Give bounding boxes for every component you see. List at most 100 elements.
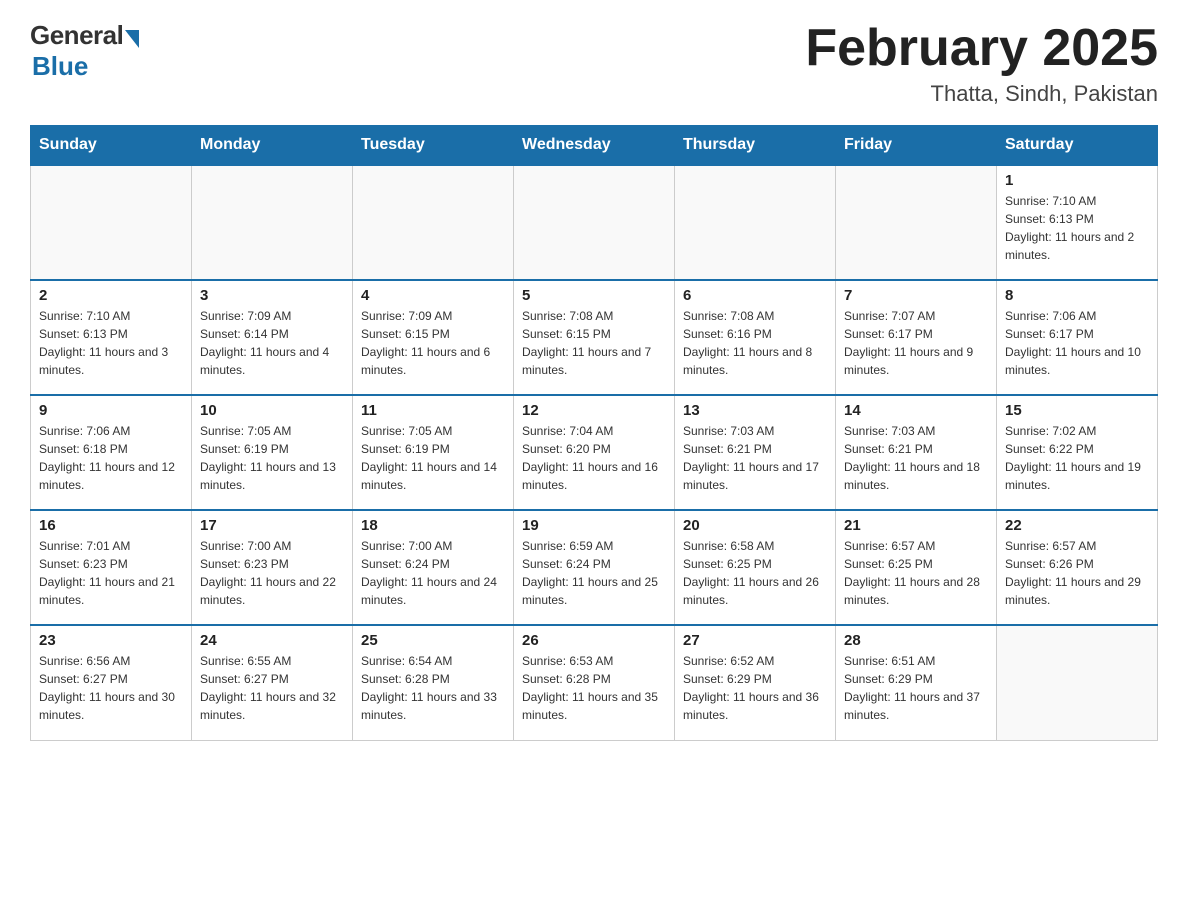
table-cell: 19Sunrise: 6:59 AMSunset: 6:24 PMDayligh…: [514, 510, 675, 625]
day-number: 23: [39, 632, 183, 649]
day-number: 4: [361, 287, 505, 304]
day-info: Sunrise: 6:54 AMSunset: 6:28 PMDaylight:…: [361, 652, 505, 724]
logo-blue-text: Blue: [32, 51, 88, 82]
table-cell: 22 Sunrise: 6:57 AMSunset: 6:26 PMDayligh…: [997, 510, 1158, 625]
day-info: Sunrise: 7:03 AMSunset: 6:21 PMDaylight:…: [683, 422, 827, 494]
day-number: 6: [683, 287, 827, 304]
table-cell: [353, 165, 514, 280]
day-info: Sunrise: 7:06 AMSunset: 6:17 PMDaylight:…: [1005, 307, 1149, 379]
day-info: Sunrise: 6:57 AMSunset: 6:25 PMDaylight:…: [844, 537, 988, 609]
table-cell: 11Sunrise: 7:05 AMSunset: 6:19 PMDayligh…: [353, 395, 514, 510]
table-cell: 24 Sunrise: 6:55 AMSunset: 6:27 PMDayligh…: [192, 625, 353, 740]
week-row-2: 2 Sunrise: 7:10 AMSunset: 6:13 PMDaylight…: [31, 280, 1158, 395]
table-cell: [514, 165, 675, 280]
day-info: Sunrise: 7:00 AMSunset: 6:23 PMDaylight:…: [200, 537, 344, 609]
col-wednesday: Wednesday: [514, 126, 675, 166]
day-number: 28: [844, 632, 988, 649]
day-number: 1: [1005, 172, 1149, 189]
day-number: 25: [361, 632, 505, 649]
day-info: Sunrise: 7:03 AMSunset: 6:21 PMDaylight:…: [844, 422, 988, 494]
table-cell: 28 Sunrise: 6:51 AMSunset: 6:29 PMDayligh…: [836, 625, 997, 740]
col-tuesday: Tuesday: [353, 126, 514, 166]
day-info: Sunrise: 6:57 AMSunset: 6:26 PMDaylight:…: [1005, 537, 1149, 609]
logo-general-text: General: [30, 20, 123, 51]
week-row-3: 9 Sunrise: 7:06 AMSunset: 6:18 PMDaylight…: [31, 395, 1158, 510]
day-info: Sunrise: 7:01 AMSunset: 6:23 PMDaylight:…: [39, 537, 183, 609]
table-cell: 8 Sunrise: 7:06 AMSunset: 6:17 PMDaylight…: [997, 280, 1158, 395]
table-cell: 1 Sunrise: 7:10 AMSunset: 6:13 PMDaylight…: [997, 165, 1158, 280]
day-number: 9: [39, 402, 183, 419]
day-number: 24: [200, 632, 344, 649]
day-info: Sunrise: 7:08 AMSunset: 6:16 PMDaylight:…: [683, 307, 827, 379]
day-info: Sunrise: 6:55 AMSunset: 6:27 PMDaylight:…: [200, 652, 344, 724]
day-info: Sunrise: 6:52 AMSunset: 6:29 PMDaylight:…: [683, 652, 827, 724]
col-thursday: Thursday: [675, 126, 836, 166]
day-number: 17: [200, 517, 344, 534]
table-cell: 6 Sunrise: 7:08 AMSunset: 6:16 PMDaylight…: [675, 280, 836, 395]
day-number: 16: [39, 517, 183, 534]
table-cell: 4 Sunrise: 7:09 AMSunset: 6:15 PMDaylight…: [353, 280, 514, 395]
day-info: Sunrise: 7:00 AMSunset: 6:24 PMDaylight:…: [361, 537, 505, 609]
page-subtitle: Thatta, Sindh, Pakistan: [805, 81, 1158, 107]
table-cell: [997, 625, 1158, 740]
table-cell: 9 Sunrise: 7:06 AMSunset: 6:18 PMDaylight…: [31, 395, 192, 510]
day-info: Sunrise: 7:09 AMSunset: 6:15 PMDaylight:…: [361, 307, 505, 379]
day-number: 27: [683, 632, 827, 649]
table-cell: 3 Sunrise: 7:09 AMSunset: 6:14 PMDaylight…: [192, 280, 353, 395]
day-info: Sunrise: 6:53 AMSunset: 6:28 PMDaylight:…: [522, 652, 666, 724]
day-number: 11: [361, 402, 505, 419]
calendar-table: Sunday Monday Tuesday Wednesday Thursday…: [30, 125, 1158, 741]
table-cell: 12Sunrise: 7:04 AMSunset: 6:20 PMDayligh…: [514, 395, 675, 510]
day-number: 26: [522, 632, 666, 649]
day-number: 20: [683, 517, 827, 534]
day-info: Sunrise: 7:10 AMSunset: 6:13 PMDaylight:…: [1005, 192, 1149, 264]
table-cell: 10 Sunrise: 7:05 AMSunset: 6:19 PMDayligh…: [192, 395, 353, 510]
day-number: 14: [844, 402, 988, 419]
day-number: 12: [522, 402, 666, 419]
table-cell: [192, 165, 353, 280]
col-saturday: Saturday: [997, 126, 1158, 166]
page-title: February 2025: [805, 20, 1158, 77]
table-cell: 13 Sunrise: 7:03 AMSunset: 6:21 PMDayligh…: [675, 395, 836, 510]
day-info: Sunrise: 6:58 AMSunset: 6:25 PMDaylight:…: [683, 537, 827, 609]
title-block: February 2025 Thatta, Sindh, Pakistan: [805, 20, 1158, 107]
table-cell: 15 Sunrise: 7:02 AMSunset: 6:22 PMDayligh…: [997, 395, 1158, 510]
day-info: Sunrise: 7:10 AMSunset: 6:13 PMDaylight:…: [39, 307, 183, 379]
table-cell: 14 Sunrise: 7:03 AMSunset: 6:21 PMDayligh…: [836, 395, 997, 510]
day-number: 2: [39, 287, 183, 304]
table-cell: 7Sunrise: 7:07 AMSunset: 6:17 PMDaylight…: [836, 280, 997, 395]
day-info: Sunrise: 7:06 AMSunset: 6:18 PMDaylight:…: [39, 422, 183, 494]
page-header: General Blue February 2025 Thatta, Sindh…: [30, 20, 1158, 107]
day-number: 22: [1005, 517, 1149, 534]
day-number: 3: [200, 287, 344, 304]
day-number: 13: [683, 402, 827, 419]
week-row-5: 23Sunrise: 6:56 AMSunset: 6:27 PMDayligh…: [31, 625, 1158, 740]
day-number: 15: [1005, 402, 1149, 419]
logo: General Blue: [30, 20, 139, 82]
day-number: 10: [200, 402, 344, 419]
week-row-4: 16 Sunrise: 7:01 AMSunset: 6:23 PMDayligh…: [31, 510, 1158, 625]
day-number: 7: [844, 287, 988, 304]
table-cell: [31, 165, 192, 280]
col-monday: Monday: [192, 126, 353, 166]
table-cell: [675, 165, 836, 280]
table-cell: [836, 165, 997, 280]
day-info: Sunrise: 6:51 AMSunset: 6:29 PMDaylight:…: [844, 652, 988, 724]
day-number: 18: [361, 517, 505, 534]
table-cell: 21Sunrise: 6:57 AMSunset: 6:25 PMDayligh…: [836, 510, 997, 625]
table-cell: 25 Sunrise: 6:54 AMSunset: 6:28 PMDayligh…: [353, 625, 514, 740]
day-info: Sunrise: 7:09 AMSunset: 6:14 PMDaylight:…: [200, 307, 344, 379]
table-cell: 5Sunrise: 7:08 AMSunset: 6:15 PMDaylight…: [514, 280, 675, 395]
day-number: 5: [522, 287, 666, 304]
table-cell: 18 Sunrise: 7:00 AMSunset: 6:24 PMDayligh…: [353, 510, 514, 625]
table-cell: 2 Sunrise: 7:10 AMSunset: 6:13 PMDaylight…: [31, 280, 192, 395]
table-cell: 16 Sunrise: 7:01 AMSunset: 6:23 PMDayligh…: [31, 510, 192, 625]
day-number: 8: [1005, 287, 1149, 304]
day-number: 19: [522, 517, 666, 534]
day-info: Sunrise: 7:02 AMSunset: 6:22 PMDaylight:…: [1005, 422, 1149, 494]
week-row-1: 1 Sunrise: 7:10 AMSunset: 6:13 PMDaylight…: [31, 165, 1158, 280]
table-cell: 23Sunrise: 6:56 AMSunset: 6:27 PMDayligh…: [31, 625, 192, 740]
col-friday: Friday: [836, 126, 997, 166]
day-info: Sunrise: 7:05 AMSunset: 6:19 PMDaylight:…: [200, 422, 344, 494]
col-sunday: Sunday: [31, 126, 192, 166]
